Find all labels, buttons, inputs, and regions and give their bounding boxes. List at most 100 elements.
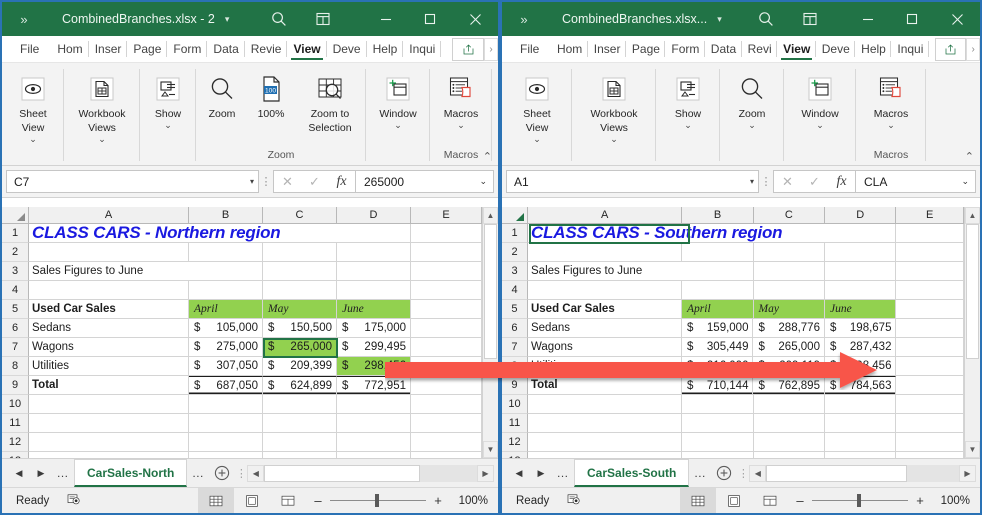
cell-empty[interactable] xyxy=(337,433,411,452)
column-header-C[interactable]: C xyxy=(754,207,825,224)
close-button[interactable] xyxy=(934,2,980,36)
cell-empty[interactable] xyxy=(29,433,189,452)
close-button[interactable] xyxy=(452,2,498,36)
sheet-list-left-dots[interactable]: … xyxy=(552,466,574,480)
minimize-button[interactable] xyxy=(364,2,408,36)
title-caret-icon[interactable]: ▾ xyxy=(717,14,722,25)
normal-view-icon[interactable] xyxy=(680,488,716,514)
cell-empty[interactable] xyxy=(337,262,411,281)
ribbon-tab-page[interactable]: Page xyxy=(626,36,665,62)
grid-row-11[interactable]: 11 xyxy=(502,414,964,433)
ribbon-view[interactable]: SheetView⌄WorkbookViews⌄Show⌄Zoom⌄Window… xyxy=(502,63,980,166)
column-header-B[interactable]: B xyxy=(682,207,753,224)
data-cell[interactable]: $150,500 xyxy=(263,319,337,338)
record-macro-icon[interactable] xyxy=(65,490,83,511)
cell-empty[interactable] xyxy=(896,376,964,395)
cell-empty[interactable] xyxy=(411,414,482,433)
column-header-D[interactable]: D xyxy=(337,207,411,224)
ribbon-button-zoom-to[interactable]: Zoom toSelection xyxy=(294,70,366,134)
grid-row-10[interactable]: 10 xyxy=(2,395,482,414)
zoom-control[interactable]: –+ xyxy=(306,488,450,514)
horizontal-scrollbar[interactable]: ◀▶ xyxy=(247,465,494,482)
cell-empty[interactable] xyxy=(411,338,482,357)
scroll-left-icon[interactable]: ◀ xyxy=(749,465,766,482)
page-layout-view-icon[interactable] xyxy=(716,488,752,514)
column-header-C[interactable]: C xyxy=(263,207,337,224)
grid-row-7[interactable]: 7Wagons$305,449$265,000$287,432 xyxy=(502,338,964,357)
worksheet-grid-right[interactable]: ABCDE1CLASS CARS - Southern region23Sale… xyxy=(502,207,980,458)
grid-row-5[interactable]: 5Used Car SalesAprilMayJune xyxy=(2,300,482,319)
total-cell[interactable]: $710,144 xyxy=(682,376,754,395)
month-header-april[interactable]: April xyxy=(682,300,753,319)
cell-empty[interactable] xyxy=(189,262,263,281)
zoom-slider-thumb[interactable] xyxy=(375,494,379,507)
row-header-9[interactable]: 9 xyxy=(502,376,528,395)
scroll-thumb[interactable] xyxy=(766,465,907,482)
zoom-slider[interactable] xyxy=(812,488,908,514)
name-box[interactable]: C7 ▾ xyxy=(6,170,259,193)
chevron-down-icon[interactable]: ⌄ xyxy=(748,120,756,130)
data-cell[interactable]: $159,000 xyxy=(682,319,754,338)
sheet-list-right-dots[interactable]: … xyxy=(689,466,711,480)
add-sheet-button[interactable] xyxy=(711,465,737,481)
ribbon-tab-inser[interactable]: Inser xyxy=(588,36,626,62)
chevron-down-icon[interactable]: ⌄ xyxy=(887,120,895,130)
prev-sheet-icon[interactable]: ◀ xyxy=(508,468,530,479)
chevron-down-icon[interactable]: ⌄ xyxy=(533,134,541,144)
row-header-5[interactable]: 5 xyxy=(502,300,528,319)
worksheet-grid-left[interactable]: ABCDE1CLASS CARS - Northern region23Sale… xyxy=(2,207,498,458)
cell-empty[interactable] xyxy=(337,395,411,414)
cancel-icon[interactable]: ✕ xyxy=(774,174,801,190)
cell-empty[interactable] xyxy=(337,243,411,262)
page-layout-view-icon[interactable] xyxy=(234,488,270,514)
insert-function-icon[interactable]: fx xyxy=(328,174,355,190)
quick-access-chevron-icon[interactable]: » xyxy=(502,12,546,27)
search-icon[interactable] xyxy=(744,2,788,36)
present-icon[interactable] xyxy=(301,2,345,36)
data-cell[interactable]: $288,776 xyxy=(753,319,825,338)
cell-empty[interactable] xyxy=(29,243,189,262)
row-header-4[interactable]: 4 xyxy=(502,281,528,300)
total-cell[interactable]: $624,899 xyxy=(263,376,337,395)
section-header[interactable]: Used Car Sales xyxy=(29,300,189,319)
cell-empty[interactable] xyxy=(896,433,964,452)
sheet-bar-grip[interactable]: ⋮ xyxy=(737,467,749,480)
cell-empty[interactable] xyxy=(411,224,482,243)
row-header-4[interactable]: 4 xyxy=(2,281,29,300)
sheet-list-right-dots[interactable]: … xyxy=(187,466,209,480)
select-all-corner[interactable] xyxy=(502,207,528,224)
cell-empty[interactable] xyxy=(411,319,482,338)
cell-empty[interactable] xyxy=(754,414,825,433)
scroll-down-icon[interactable]: ▼ xyxy=(965,441,980,458)
ribbon-tab-page[interactable]: Page xyxy=(127,36,167,62)
column-header-A[interactable]: A xyxy=(528,207,682,224)
cell-empty[interactable] xyxy=(189,281,263,300)
sheet-title[interactable]: CLASS CARS - Northern region xyxy=(29,224,411,243)
sheet-tab-bar[interactable]: ◀▶…CarSales-North…⋮◀▶ xyxy=(2,458,498,487)
page-break-view-icon[interactable] xyxy=(270,488,306,514)
ribbon-button-window[interactable]: Window⌄ xyxy=(784,70,856,130)
cell-empty[interactable] xyxy=(682,395,753,414)
data-cell[interactable]: $265,000 xyxy=(753,338,825,357)
row-header-9[interactable]: 9 xyxy=(2,376,29,395)
grid-row-12[interactable]: 12 xyxy=(502,433,964,452)
cell-empty[interactable] xyxy=(896,395,964,414)
tab-overflow-icon[interactable]: › xyxy=(966,38,980,61)
data-cell[interactable]: $198,675 xyxy=(825,319,897,338)
row-header-12[interactable]: 12 xyxy=(2,433,29,452)
scroll-up-icon[interactable]: ▲ xyxy=(965,207,980,224)
row-label[interactable]: Utilities xyxy=(528,357,682,376)
grid-row-3[interactable]: 3Sales Figures to June xyxy=(2,262,482,281)
cell-empty[interactable] xyxy=(263,433,337,452)
ribbon-button-zoom[interactable]: Zoom⌄ xyxy=(720,70,784,130)
cell-empty[interactable] xyxy=(528,414,682,433)
grid-row-1[interactable]: 1CLASS CARS - Northern region xyxy=(2,224,482,243)
sheet-tab-active[interactable]: CarSales-South xyxy=(574,459,689,487)
title-caret-icon[interactable]: ▾ xyxy=(225,14,230,25)
cancel-icon[interactable]: ✕ xyxy=(274,174,301,190)
row-header-8[interactable]: 8 xyxy=(502,357,528,376)
row-header-7[interactable]: 7 xyxy=(2,338,29,357)
scroll-thumb[interactable] xyxy=(484,224,497,359)
chevron-down-icon[interactable]: ⌄ xyxy=(457,120,465,130)
cell-empty[interactable] xyxy=(411,376,482,395)
